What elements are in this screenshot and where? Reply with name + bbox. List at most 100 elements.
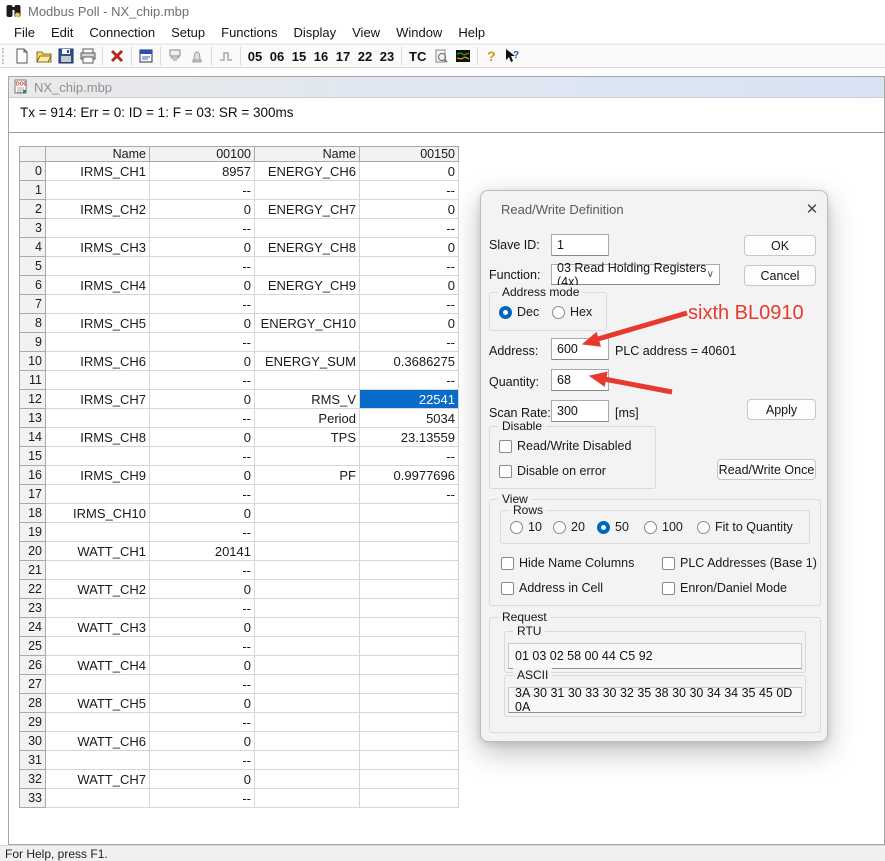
grid-cell[interactable]: 0 <box>150 238 255 257</box>
hex-radio[interactable]: Hex <box>552 305 592 319</box>
grid-cell[interactable]: -- <box>150 219 255 238</box>
grid-row-header[interactable]: 28 <box>20 694 46 713</box>
grid-cell[interactable] <box>255 694 360 713</box>
grid-cell[interactable]: -- <box>150 751 255 770</box>
grid-cell[interactable] <box>360 713 459 732</box>
grid-cell[interactable]: WATT_CH6 <box>46 732 150 751</box>
menu-display[interactable]: Display <box>286 23 345 42</box>
function-15-button[interactable]: 15 <box>288 49 310 64</box>
menu-edit[interactable]: Edit <box>43 23 81 42</box>
grid-cell[interactable]: -- <box>150 789 255 808</box>
plc-addresses-checkbox[interactable]: PLC Addresses (Base 1) <box>662 556 817 570</box>
grid-cell[interactable]: 0 <box>150 200 255 219</box>
grid-cell[interactable]: IRMS_CH5 <box>46 314 150 333</box>
rows-10-radio[interactable]: 10 <box>510 520 542 534</box>
grid-cell[interactable]: 0 <box>150 580 255 599</box>
grid-cell[interactable]: TPS <box>255 428 360 447</box>
grid-cell[interactable]: -- <box>150 675 255 694</box>
grid-cell[interactable] <box>46 713 150 732</box>
grid-cell[interactable] <box>46 751 150 770</box>
grid-cell[interactable]: IRMS_CH8 <box>46 428 150 447</box>
grid-cell[interactable] <box>46 257 150 276</box>
grid-row-header[interactable]: 16 <box>20 466 46 485</box>
grid-row-header[interactable]: 32 <box>20 770 46 789</box>
grid-cell[interactable] <box>255 713 360 732</box>
grid-cell[interactable]: ENERGY_CH7 <box>255 200 360 219</box>
grid-cell[interactable] <box>255 542 360 561</box>
grid-cell[interactable] <box>360 618 459 637</box>
grid-cell[interactable]: -- <box>360 485 459 504</box>
grid-cell[interactable] <box>360 637 459 656</box>
help-icon[interactable]: ? <box>481 48 501 64</box>
menu-help[interactable]: Help <box>450 23 493 42</box>
grid-cell[interactable] <box>255 751 360 770</box>
grid-cell[interactable]: IRMS_CH9 <box>46 466 150 485</box>
grid-cell[interactable] <box>255 580 360 599</box>
grid-cell[interactable] <box>46 181 150 200</box>
grid-cell[interactable] <box>360 504 459 523</box>
grid-cell[interactable]: -- <box>150 295 255 314</box>
grid-cell[interactable]: 0 <box>360 314 459 333</box>
grid-cell[interactable] <box>360 561 459 580</box>
alarm-icon[interactable] <box>186 46 208 66</box>
grid-cell[interactable] <box>46 333 150 352</box>
grid-row-header[interactable]: 31 <box>20 751 46 770</box>
grid-cell[interactable] <box>46 523 150 542</box>
grid-cell[interactable]: -- <box>360 333 459 352</box>
grid-cell[interactable] <box>46 295 150 314</box>
grid-cell[interactable]: -- <box>360 219 459 238</box>
function-23-button[interactable]: 23 <box>376 49 398 64</box>
grid-cell[interactable]: WATT_CH7 <box>46 770 150 789</box>
grid-column-header[interactable] <box>20 147 46 162</box>
grid-cell[interactable]: 22541 <box>360 390 459 409</box>
grid-cell[interactable] <box>255 599 360 618</box>
grid-cell[interactable]: -- <box>150 333 255 352</box>
function-06-button[interactable]: 06 <box>266 49 288 64</box>
grid-cell[interactable] <box>46 371 150 390</box>
grid-cell[interactable] <box>255 732 360 751</box>
grid-cell[interactable]: 0 <box>150 770 255 789</box>
grid-cell[interactable]: -- <box>150 371 255 390</box>
grid-cell[interactable]: 0 <box>360 162 459 181</box>
grid-cell[interactable] <box>360 751 459 770</box>
grid-cell[interactable] <box>46 789 150 808</box>
grid-cell[interactable] <box>46 637 150 656</box>
grid-row-header[interactable]: 20 <box>20 542 46 561</box>
grid-cell[interactable]: 0.9977696 <box>360 466 459 485</box>
grid-row-header[interactable]: 21 <box>20 561 46 580</box>
grid-cell[interactable]: -- <box>150 181 255 200</box>
grid-cell[interactable]: PF <box>255 466 360 485</box>
grid-cell[interactable]: 5034 <box>360 409 459 428</box>
grid-row-header[interactable]: 6 <box>20 276 46 295</box>
grid-column-header[interactable]: Name <box>46 147 150 162</box>
grid-row-header[interactable]: 18 <box>20 504 46 523</box>
grid-cell[interactable] <box>360 542 459 561</box>
grid-cell[interactable] <box>46 599 150 618</box>
grid-row-header[interactable]: 19 <box>20 523 46 542</box>
grid-cell[interactable] <box>255 485 360 504</box>
grid-row-header[interactable]: 1 <box>20 181 46 200</box>
grid-cell[interactable]: -- <box>150 637 255 656</box>
grid-cell[interactable]: 0 <box>360 276 459 295</box>
menu-setup[interactable]: Setup <box>163 23 213 42</box>
grid-cell[interactable]: WATT_CH3 <box>46 618 150 637</box>
grid-cell[interactable]: 23.13559 <box>360 428 459 447</box>
grid-row-header[interactable]: 30 <box>20 732 46 751</box>
grid-cell[interactable]: WATT_CH2 <box>46 580 150 599</box>
address-input[interactable] <box>551 338 609 360</box>
grid-cell[interactable] <box>360 770 459 789</box>
grid-cell[interactable] <box>255 789 360 808</box>
disable-on-error-checkbox[interactable]: Disable on error <box>499 464 606 478</box>
menu-view[interactable]: View <box>344 23 388 42</box>
function-05-button[interactable]: 05 <box>244 49 266 64</box>
disconnect-icon[interactable] <box>106 46 128 66</box>
read-write-definition-icon[interactable] <box>135 46 157 66</box>
grid-cell[interactable] <box>46 561 150 580</box>
menu-connection[interactable]: Connection <box>81 23 163 42</box>
menu-file[interactable]: File <box>6 23 43 42</box>
slave-id-input[interactable] <box>551 234 609 256</box>
grid-row-header[interactable]: 17 <box>20 485 46 504</box>
grid-cell[interactable]: WATT_CH4 <box>46 656 150 675</box>
grid-row-header[interactable]: 29 <box>20 713 46 732</box>
grid-cell[interactable]: ENERGY_CH8 <box>255 238 360 257</box>
